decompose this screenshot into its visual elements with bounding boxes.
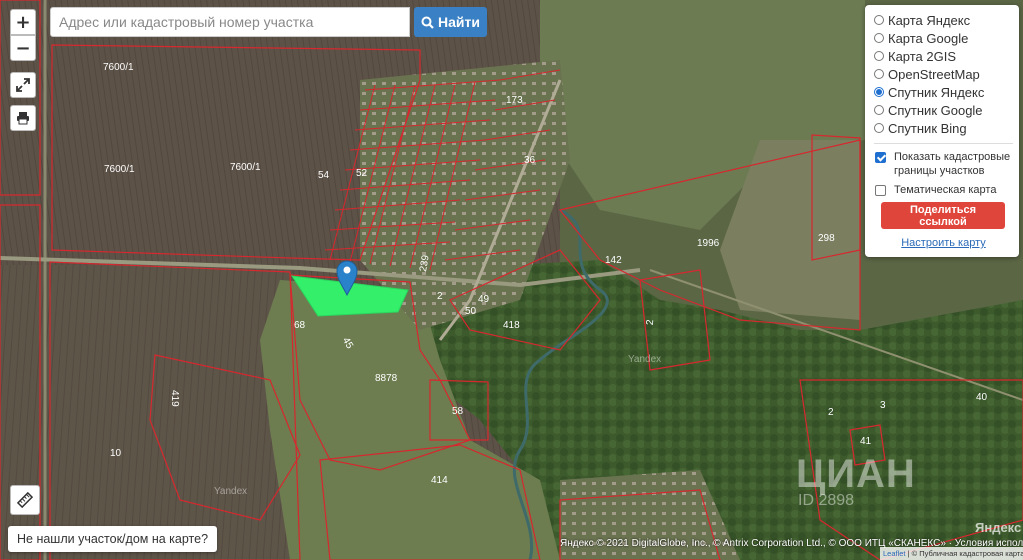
layer-option-2gis-map[interactable]: Карта 2GIS xyxy=(874,47,1013,65)
layer-option-bing-satellite[interactable]: Спутник Bing xyxy=(874,119,1013,137)
zoom-in-button[interactable]: + xyxy=(10,9,36,35)
parcel-label: 7600/1 xyxy=(104,164,135,175)
cian-id-watermark: ID 2898 xyxy=(798,492,855,509)
layer-option-google-satellite[interactable]: Спутник Google xyxy=(874,101,1013,119)
fullscreen-button[interactable] xyxy=(10,72,36,98)
parcel-label: 7600/1 xyxy=(230,162,261,173)
parcel-label: 418 xyxy=(503,320,520,331)
parcel-label: 10 xyxy=(110,448,122,459)
search-button[interactable]: Найти xyxy=(414,7,487,37)
parcel-label: 36 xyxy=(524,155,536,166)
panel-divider xyxy=(874,143,1013,144)
parcel-label: 419 xyxy=(169,390,180,407)
expand-icon xyxy=(16,78,30,92)
parcel-label: 3 xyxy=(880,400,886,411)
layer-option-label: Спутник Bing xyxy=(888,120,967,136)
layer-option-label: Карта Яндекс xyxy=(888,12,971,28)
measure-button[interactable] xyxy=(10,485,40,515)
parcel-label: 2 xyxy=(437,291,443,302)
show-cadastral-label: Показать кадастровые границы участков xyxy=(894,151,1011,177)
show-cadastral-toggle[interactable]: Показать кадастровые границы участков xyxy=(874,150,1013,178)
parcel-label: 40 xyxy=(976,392,988,403)
radio-selected-icon[interactable] xyxy=(874,87,884,97)
parcel-label: 8878 xyxy=(375,373,398,384)
radio-icon[interactable] xyxy=(874,123,884,133)
search-icon xyxy=(421,16,434,29)
zoom-out-button[interactable]: − xyxy=(10,35,36,61)
radio-icon[interactable] xyxy=(874,51,884,61)
parcel-label: 414 xyxy=(431,475,448,486)
parcel-label: 41 xyxy=(860,436,872,447)
thematic-map-label: Тематическая карта xyxy=(894,184,997,196)
parcel-label: 1996 xyxy=(697,238,720,249)
not-found-button[interactable]: Не нашли участок/дом на карте? xyxy=(8,526,218,552)
checkbox-checked-icon[interactable] xyxy=(875,152,886,163)
radio-icon[interactable] xyxy=(874,15,884,25)
leaflet-attribution: Leaflet | © Публичная кадастровая карта xyxy=(880,547,1023,560)
share-link-button[interactable]: Поделиться ссылкой xyxy=(881,202,1005,229)
parcel-label: 49 xyxy=(478,294,490,305)
parcel-label: 173 xyxy=(506,95,523,106)
layer-option-label: Спутник Google xyxy=(888,102,983,118)
layer-option-label: Спутник Яндекс xyxy=(888,84,985,100)
thematic-map-toggle[interactable]: Тематическая карта xyxy=(874,183,1013,197)
tile-watermark: Yandex xyxy=(628,354,662,365)
parcel-label: 58 xyxy=(452,406,464,417)
parcel-label: 52 xyxy=(356,168,368,179)
layers-panel: Карта Яндекс Карта Google Карта 2GIS Ope… xyxy=(865,5,1019,257)
printer-icon xyxy=(17,112,29,125)
cadastral-attribution: | © Публичная кадастровая карта xyxy=(907,549,1023,558)
layer-option-google-map[interactable]: Карта Google xyxy=(874,29,1013,47)
tile-watermark: Yandex xyxy=(214,486,248,497)
parcel-label: 54 xyxy=(318,170,330,181)
layer-option-openstreetmap[interactable]: OpenStreetMap xyxy=(874,65,1013,83)
layer-option-label: Карта 2GIS xyxy=(888,48,957,64)
parcel-label: 298 xyxy=(818,233,835,244)
configure-map-link[interactable]: Настроить карту xyxy=(874,237,1013,249)
layer-option-yandex-map[interactable]: Карта Яндекс xyxy=(874,11,1013,29)
cian-watermark: ЦИАН xyxy=(796,452,916,496)
parcel-label: 68 xyxy=(294,320,306,331)
parcel-label: 50 xyxy=(465,306,477,317)
radio-icon[interactable] xyxy=(874,105,884,115)
parcel-label: 2 xyxy=(828,407,834,418)
checkbox-icon[interactable] xyxy=(875,185,886,196)
layer-option-yandex-satellite[interactable]: Спутник Яндекс xyxy=(874,83,1013,101)
yandex-logo: Яндекс xyxy=(975,520,1022,535)
search-input[interactable] xyxy=(50,7,410,37)
search-button-label: Найти xyxy=(438,14,480,30)
layer-option-label: Карта Google xyxy=(888,30,969,46)
radio-icon[interactable] xyxy=(874,33,884,43)
radio-icon[interactable] xyxy=(874,69,884,79)
parcel-label: 7600/1 xyxy=(103,62,134,73)
leaflet-link[interactable]: Leaflet xyxy=(883,549,906,558)
layer-option-label: OpenStreetMap xyxy=(888,66,980,82)
parcel-label: 142 xyxy=(605,255,622,266)
ruler-icon xyxy=(17,492,33,508)
print-button[interactable] xyxy=(10,105,36,131)
